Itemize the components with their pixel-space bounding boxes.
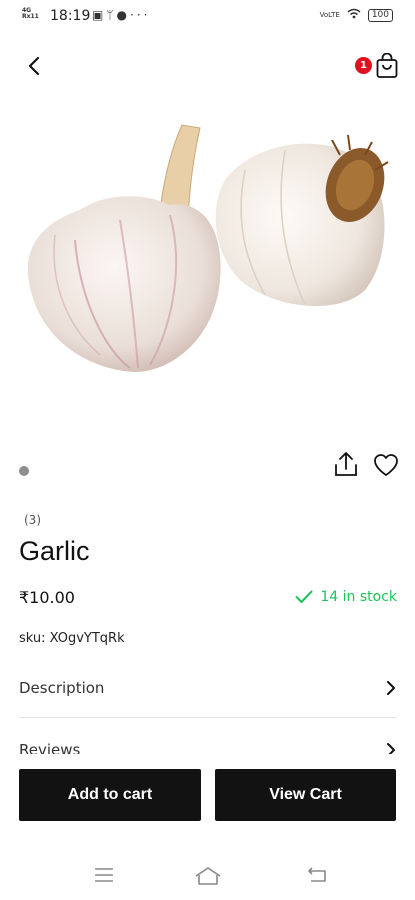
add-to-cart-button[interactable]: Add to cart [19,769,201,821]
stock-status: 14 in stock [295,589,397,605]
product-sku: sku: XOgvYTqRk [19,631,125,646]
product-title: Garlic [19,536,90,566]
network-speed: Rx11 [22,13,39,20]
reviews-clip: Reviews [0,718,415,754]
share-button[interactable] [333,451,359,479]
chevron-right-icon [387,681,395,695]
reviews-label: Reviews [19,741,81,754]
carousel-dot[interactable] [19,466,29,476]
share-icon [335,452,357,476]
back-nav-button[interactable] [305,865,335,887]
return-icon [308,867,326,882]
shopping-bag-icon [376,52,398,78]
notification-icons: ▣ᛘ●··· [92,8,150,22]
cart-badge: 1 [355,57,372,74]
home-nav-button[interactable] [193,865,223,887]
menu-nav-button[interactable] [92,865,122,887]
cart-button[interactable] [375,52,399,79]
product-image[interactable] [20,110,395,380]
more-dots-icon: ··· [130,8,151,22]
chevron-left-icon [28,56,40,76]
reviews-row[interactable]: Reviews [19,730,396,754]
clock: 18:19 [50,8,91,24]
stock-text: 14 in stock [320,589,397,605]
checkmark-icon [295,590,313,603]
system-nav-bar [0,855,415,900]
volte-label: VoLTE [319,11,340,19]
description-row[interactable]: Description [19,668,396,708]
wifi-icon [347,8,361,22]
description-label: Description [19,679,105,697]
view-cart-button[interactable]: View Cart [215,769,396,821]
status-bar: 4G Rx11 18:19 ▣ᛘ●··· VoLTE 100 [0,0,415,34]
status-right: VoLTE 100 [320,8,393,22]
wishlist-button[interactable] [372,452,400,478]
network-indicator: 4G Rx11 [22,8,39,20]
menu-icon [95,868,113,882]
product-price: ₹10.00 [19,588,75,607]
usb-icon: ᛘ [106,8,117,22]
back-button[interactable] [18,50,50,82]
garlic-image [27,124,389,372]
heart-icon [374,454,398,476]
battery-icon: 100 [367,8,393,22]
chat-icon: ● [116,8,131,22]
rating-count: (3) [24,513,41,527]
home-icon [195,867,221,885]
chevron-right-icon [387,743,395,754]
gallery-icon: ▣ [92,8,107,22]
cart-area: 1 [349,50,399,82]
